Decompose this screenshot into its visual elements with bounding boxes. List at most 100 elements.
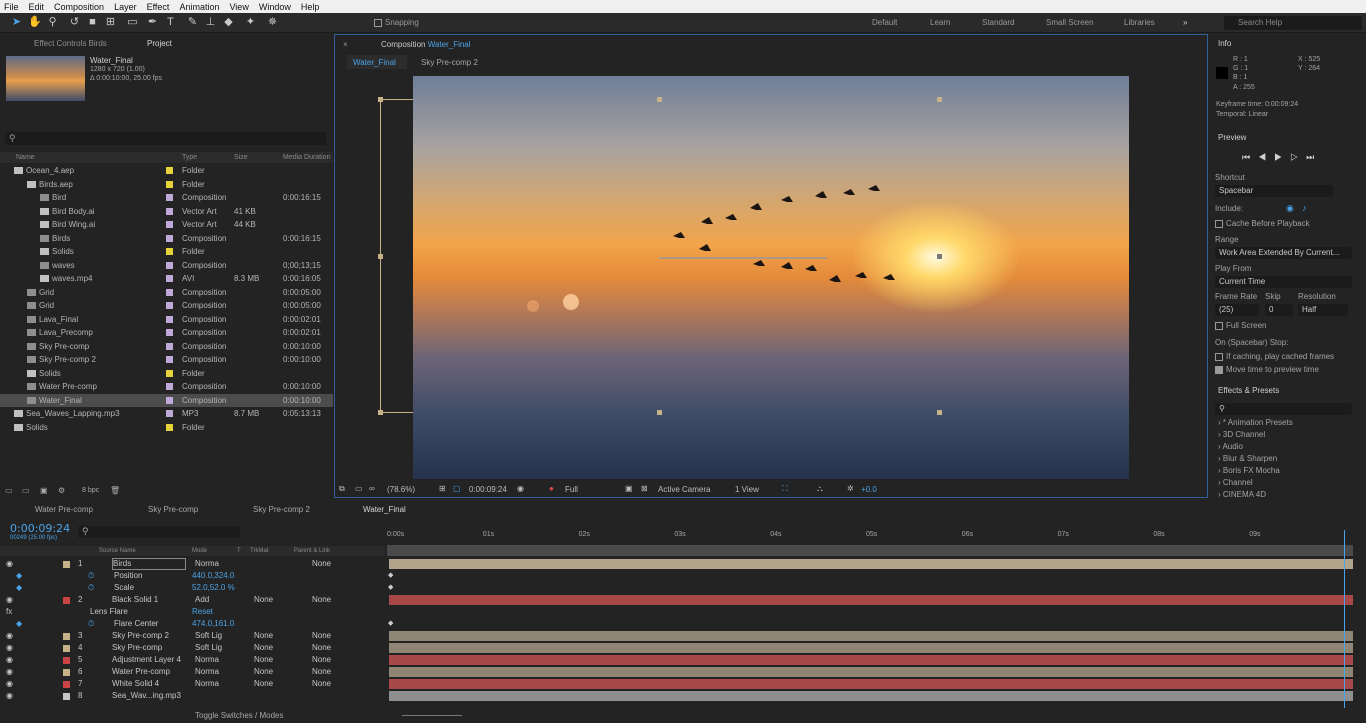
workspace-default[interactable]: Default — [872, 18, 897, 27]
play-from-dropdown[interactable]: Current Time — [1215, 276, 1352, 288]
label-color-swatch[interactable] — [166, 275, 173, 282]
effects-category[interactable]: › Audio — [1218, 442, 1243, 451]
effect-reset[interactable]: Reset — [192, 606, 213, 618]
label-color-swatch[interactable] — [166, 356, 173, 363]
layer-trkmat[interactable]: None — [254, 654, 273, 666]
project-item[interactable]: Water_Final Composition 0:00:10:00 — [0, 393, 333, 407]
column-size[interactable]: Size — [234, 154, 248, 161]
timeline-tab[interactable]: Sky Pre-comp — [148, 505, 198, 514]
layer-parent[interactable]: None — [312, 678, 331, 690]
eye-icon[interactable]: ◉ — [6, 642, 13, 654]
layer-parent[interactable]: None — [312, 630, 331, 642]
layer-row[interactable]: ◉ 2 Black Solid 1 Add None None — [0, 594, 385, 606]
column-trkmat[interactable]: TrkMat — [250, 548, 268, 554]
view-layout-dropdown[interactable]: 1 View — [735, 485, 759, 494]
eye-icon[interactable]: ◉ — [6, 678, 13, 690]
eraser-tool-icon[interactable]: ◆ — [222, 16, 235, 29]
label-color-swatch[interactable] — [166, 383, 173, 390]
snapshot-icon[interactable]: ◉ — [517, 484, 524, 493]
timeline-search-input[interactable]: ⚲ — [78, 526, 240, 538]
layer-label-color[interactable] — [63, 561, 70, 568]
layer-mode[interactable]: Norma — [195, 666, 219, 678]
column-t[interactable]: T — [237, 548, 241, 554]
layer-mode[interactable]: Add — [195, 594, 209, 606]
layer-duration-bar[interactable] — [389, 631, 1353, 641]
delete-icon[interactable]: 🗑 — [110, 486, 120, 495]
layer-duration-bar[interactable] — [389, 643, 1353, 653]
camera-dropdown[interactable]: Active Camera — [658, 485, 710, 494]
layer-row[interactable]: fx Lens Flare Reset — [0, 606, 385, 618]
label-color-swatch[interactable] — [166, 410, 173, 417]
project-item[interactable]: Ocean_4.aep Folder — [0, 164, 333, 178]
layer-label-color[interactable] — [63, 633, 70, 640]
layer-label-color[interactable] — [63, 597, 70, 604]
include-video-icon[interactable]: ◉ — [1286, 203, 1294, 214]
layer-parent[interactable]: None — [312, 558, 331, 570]
label-color-swatch[interactable] — [166, 288, 173, 296]
puppet-tool-icon[interactable]: ✵ — [266, 16, 279, 29]
more-workspaces-icon[interactable]: » — [1183, 18, 1187, 27]
workspace-small-screen[interactable]: Small Screen — [1046, 18, 1094, 27]
type-tool-icon[interactable]: T — [164, 16, 177, 29]
comp-tab-water-final[interactable]: Water_Final — [347, 55, 407, 69]
layer-label-color[interactable] — [63, 669, 70, 676]
label-color-swatch[interactable] — [166, 369, 173, 377]
tab-effect-controls[interactable]: Effect Controls Birds — [34, 39, 107, 48]
project-item[interactable]: Birds.aep Folder — [0, 178, 333, 192]
stopwatch-icon[interactable]: ⏱ — [88, 618, 94, 630]
layer-duration-bar[interactable] — [389, 559, 1353, 569]
camera-tool-icon[interactable]: ■ — [86, 16, 99, 29]
work-area-bar[interactable] — [387, 545, 1353, 556]
label-color-swatch[interactable] — [166, 167, 173, 174]
full-screen-checkbox[interactable]: Full Screen — [1215, 321, 1266, 330]
eye-icon[interactable]: ◉ — [6, 630, 13, 642]
cache-checkbox[interactable]: Cache Before Playback — [1215, 219, 1310, 228]
eye-icon[interactable]: ◉ — [6, 654, 13, 666]
shortcut-dropdown[interactable]: Spacebar — [1215, 185, 1333, 197]
project-item[interactable]: Solids Folder — [0, 367, 333, 381]
keyframe-icon[interactable]: ◆ — [388, 619, 393, 627]
playhead[interactable] — [1344, 530, 1345, 708]
project-item[interactable]: Water Pre-comp Composition 0:00:10:00 — [0, 380, 333, 394]
timeline-tab[interactable]: Water Pre-comp — [35, 505, 93, 514]
clone-stamp-tool-icon[interactable]: ⊥ — [204, 16, 217, 29]
eye-icon[interactable]: ◉ — [6, 594, 13, 606]
layer-handle-bottom-mid[interactable] — [657, 410, 662, 415]
menu-layer[interactable]: Layer — [114, 2, 137, 12]
snapping-toggle[interactable]: Snapping — [374, 18, 419, 27]
layer-name[interactable]: Sky Pre-comp — [112, 642, 162, 654]
keyframe-icon[interactable]: ◆ — [388, 571, 393, 579]
label-color-swatch[interactable] — [166, 261, 173, 269]
project-search-input[interactable]: ⚲ — [5, 132, 326, 145]
project-item[interactable]: Birds Composition 0:00:16:15 — [0, 232, 333, 246]
effects-category[interactable]: › * Animation Presets — [1218, 418, 1293, 427]
layer-name[interactable]: Adjustment Layer 4 — [112, 654, 181, 666]
frame-rate-dropdown[interactable]: (25) — [1215, 304, 1259, 316]
range-dropdown[interactable]: Work Area Extended By Current... — [1215, 247, 1352, 259]
layer-row[interactable]: ◆ ⏱ Position 440.0,324.0 — [0, 570, 385, 582]
project-item[interactable]: Solids Folder — [0, 245, 333, 259]
label-color-swatch[interactable] — [166, 423, 173, 431]
menu-animation[interactable]: Animation — [179, 2, 219, 12]
comp-tab-sky-precomp-2[interactable]: Sky Pre-comp 2 — [421, 58, 478, 67]
layer-parent[interactable]: None — [312, 666, 331, 678]
search-help-input[interactable]: Search Help — [1224, 16, 1362, 30]
layer-duration-bar[interactable] — [389, 667, 1353, 677]
exposure-value[interactable]: +0.0 — [861, 485, 877, 494]
layer-name[interactable]: Black Solid 1 — [112, 594, 158, 606]
project-item[interactable]: waves Composition 0;00;13;15 — [0, 259, 333, 273]
bpc-indicator[interactable]: 8 bpc — [82, 487, 99, 494]
layer-mode[interactable]: Soft Lig — [195, 642, 222, 654]
project-item[interactable]: Lava_Final Composition 0:00:02:01 — [0, 313, 333, 327]
column-type[interactable]: Type — [182, 154, 197, 161]
project-item[interactable]: Solids Folder — [0, 421, 333, 435]
layer-label-color[interactable] — [63, 645, 70, 652]
effects-category[interactable]: › 3D Channel — [1218, 430, 1265, 439]
eye-icon[interactable]: ◉ — [6, 558, 13, 570]
fast-previews-icon[interactable]: ▣ — [625, 484, 633, 493]
layer-row[interactable]: ◉ 6 Water Pre-comp Norma None None — [0, 666, 385, 678]
stopwatch-icon[interactable]: ⏱ — [88, 582, 94, 594]
label-color-swatch[interactable] — [166, 221, 173, 228]
layer-name[interactable]: Sea_Wav...ing.mp3 — [112, 690, 181, 702]
resolution-dropdown-preview[interactable]: Half — [1298, 304, 1348, 316]
